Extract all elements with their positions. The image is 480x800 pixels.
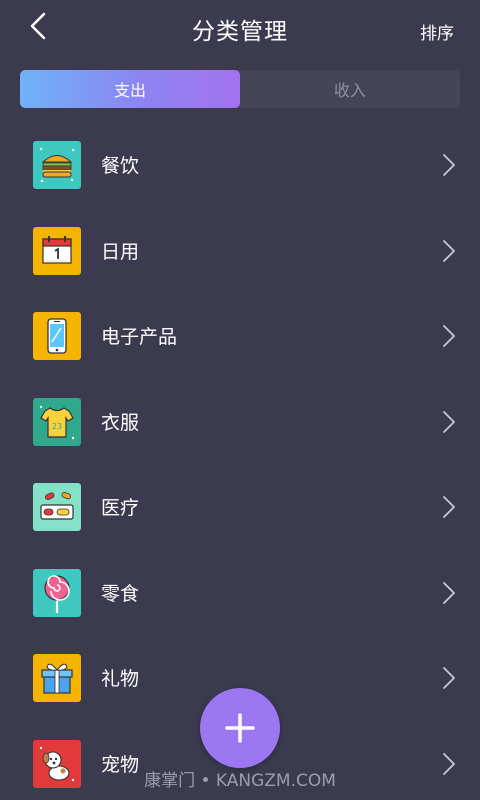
category-row-clothes[interactable]: 23 衣服 <box>0 379 480 465</box>
tab-expense[interactable]: 支出 <box>20 70 240 108</box>
chevron-right-icon <box>443 154 455 176</box>
category-row-daily[interactable]: 日用 <box>0 208 480 294</box>
category-label: 礼物 <box>101 668 140 690</box>
type-segmented-control: 支出 收入 <box>20 70 460 108</box>
category-row-electronics[interactable]: 电子产品 <box>0 293 480 379</box>
add-category-button[interactable] <box>200 688 280 768</box>
category-label: 电子产品 <box>101 326 178 348</box>
calendar-icon <box>33 226 81 275</box>
lollipop-icon <box>33 568 81 617</box>
category-label: 零食 <box>101 582 140 605</box>
tab-income[interactable]: 收入 <box>240 70 460 108</box>
category-label: 医疗 <box>101 497 140 519</box>
gift-icon <box>33 654 81 702</box>
plus-icon <box>225 713 255 743</box>
chevron-right-icon <box>443 325 455 347</box>
category-row-snacks[interactable]: 零食 <box>0 550 480 636</box>
chevron-right-icon <box>443 667 455 689</box>
category-label: 日用 <box>101 240 140 263</box>
watermark: 康掌门 • KANGZM.COM <box>144 771 336 791</box>
chevron-right-icon <box>443 581 455 604</box>
chevron-right-icon <box>443 410 455 433</box>
pills-icon <box>33 483 81 531</box>
category-label: 餐饮 <box>101 155 140 177</box>
phone-icon <box>33 312 81 360</box>
chevron-right-icon <box>443 239 455 262</box>
sort-button[interactable]: 排序 <box>420 19 454 44</box>
page-title: 分类管理 <box>192 19 288 45</box>
category-row-medical[interactable]: 医疗 <box>0 464 480 550</box>
chevron-right-icon <box>443 496 455 518</box>
header: 分类管理 排序 <box>0 0 480 56</box>
svg-text:23: 23 <box>52 422 62 431</box>
burger-icon <box>33 141 81 189</box>
category-row-dining[interactable]: 餐饮 <box>0 122 480 208</box>
shirt-icon: 23 <box>33 397 81 446</box>
category-label: 衣服 <box>101 411 140 434</box>
